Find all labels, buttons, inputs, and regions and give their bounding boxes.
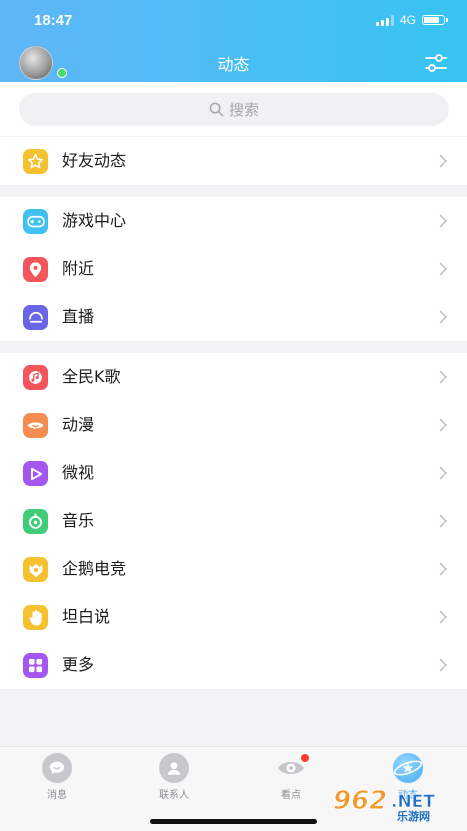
tab-kandian[interactable]: 看点 [246, 753, 336, 801]
menu-item-weishi[interactable]: 微视 [0, 449, 467, 497]
status-time: 18:47 [34, 12, 73, 29]
play-icon [23, 461, 48, 486]
menu-item-label: 游戏中心 [62, 211, 127, 230]
menu-item-music[interactable]: 音乐 [0, 497, 467, 545]
location-pin-icon [23, 257, 48, 282]
menu-group-friends: 好友动态 [0, 137, 467, 185]
nav-bar: 动态 [0, 44, 467, 82]
svg-text:.NET: .NET [391, 792, 435, 812]
menu-item-label: 微视 [62, 463, 95, 482]
chevron-right-icon [439, 514, 448, 528]
star-icon [23, 149, 48, 174]
tab-label: 看点 [281, 790, 301, 801]
chevron-right-icon [439, 610, 448, 624]
menu-item-label: 附近 [62, 259, 95, 278]
menu-item-more[interactable]: 更多 [0, 641, 467, 689]
tab-label: 消息 [47, 790, 67, 801]
tab-label: 联系人 [159, 790, 189, 801]
chevron-right-icon [439, 466, 448, 480]
menu-group-entertainment: 全民K歌 动漫 微视 音乐 企鹅电竞 坦白说 更多 [0, 353, 467, 689]
network-label: 4G [399, 13, 416, 27]
planet-icon [393, 753, 423, 783]
grid-icon [23, 653, 48, 678]
chevron-right-icon [439, 658, 448, 672]
chevron-right-icon [439, 418, 448, 432]
chevron-right-icon [439, 310, 448, 324]
menu-item-label: 全民K歌 [62, 367, 121, 386]
live-icon [23, 305, 48, 330]
menu-item-penguin-esports[interactable]: 企鹅电竞 [0, 545, 467, 593]
status-indicators: 4G [375, 13, 448, 27]
anime-icon [23, 413, 48, 438]
notification-badge [301, 754, 309, 762]
page-title: 动态 [217, 55, 250, 74]
karaoke-icon [23, 365, 48, 390]
chevron-right-icon [439, 214, 448, 228]
menu-item-label: 好友动态 [62, 151, 127, 170]
tab-messages[interactable]: 消息 [12, 753, 102, 801]
menu-item-live[interactable]: 直播 [0, 293, 467, 341]
chevron-right-icon [439, 370, 448, 384]
music-icon [23, 509, 48, 534]
menu-item-label: 企鹅电竞 [62, 559, 127, 578]
search-placeholder: 搜索 [228, 101, 259, 119]
menu-item-label: 坦白说 [62, 607, 111, 626]
contacts-icon [159, 753, 189, 783]
menu-item-nearby[interactable]: 附近 [0, 245, 467, 293]
menu-item-confession[interactable]: 坦白说 [0, 593, 467, 641]
menu-item-game-center[interactable]: 游戏中心 [0, 197, 467, 245]
svg-text:962: 962 [333, 786, 387, 816]
status-bar: 18:47 4G [0, 0, 467, 44]
search-icon [209, 102, 224, 117]
svg-text:乐游网: 乐游网 [397, 809, 430, 822]
menu-item-anime[interactable]: 动漫 [0, 401, 467, 449]
filter-settings-icon[interactable] [424, 51, 448, 75]
chevron-right-icon [439, 262, 448, 276]
search-area: 搜索 [0, 82, 467, 136]
menu-group-services: 游戏中心 附近 直播 [0, 197, 467, 341]
home-indicator [150, 819, 317, 824]
menu-item-friend-feed[interactable]: 好友动态 [0, 137, 467, 185]
chevron-right-icon [439, 154, 448, 168]
tab-contacts[interactable]: 联系人 [129, 753, 219, 801]
menu-item-label: 直播 [62, 307, 95, 326]
header: 18:47 4G 动态 [0, 0, 467, 82]
watermark-logo: 962 .NET 乐游网 [333, 786, 436, 823]
menu-item-label: 动漫 [62, 415, 95, 434]
chevron-right-icon [439, 562, 448, 576]
esports-icon [23, 557, 48, 582]
signal-icon [375, 14, 394, 26]
gamepad-icon [23, 209, 48, 234]
message-icon [42, 753, 72, 783]
search-input[interactable]: 搜索 [19, 93, 449, 126]
menu-item-label: 音乐 [62, 511, 95, 530]
battery-icon [422, 15, 448, 25]
menu-item-label: 更多 [62, 655, 95, 674]
menu-item-karaoke[interactable]: 全民K歌 [0, 353, 467, 401]
hand-icon [23, 605, 48, 630]
